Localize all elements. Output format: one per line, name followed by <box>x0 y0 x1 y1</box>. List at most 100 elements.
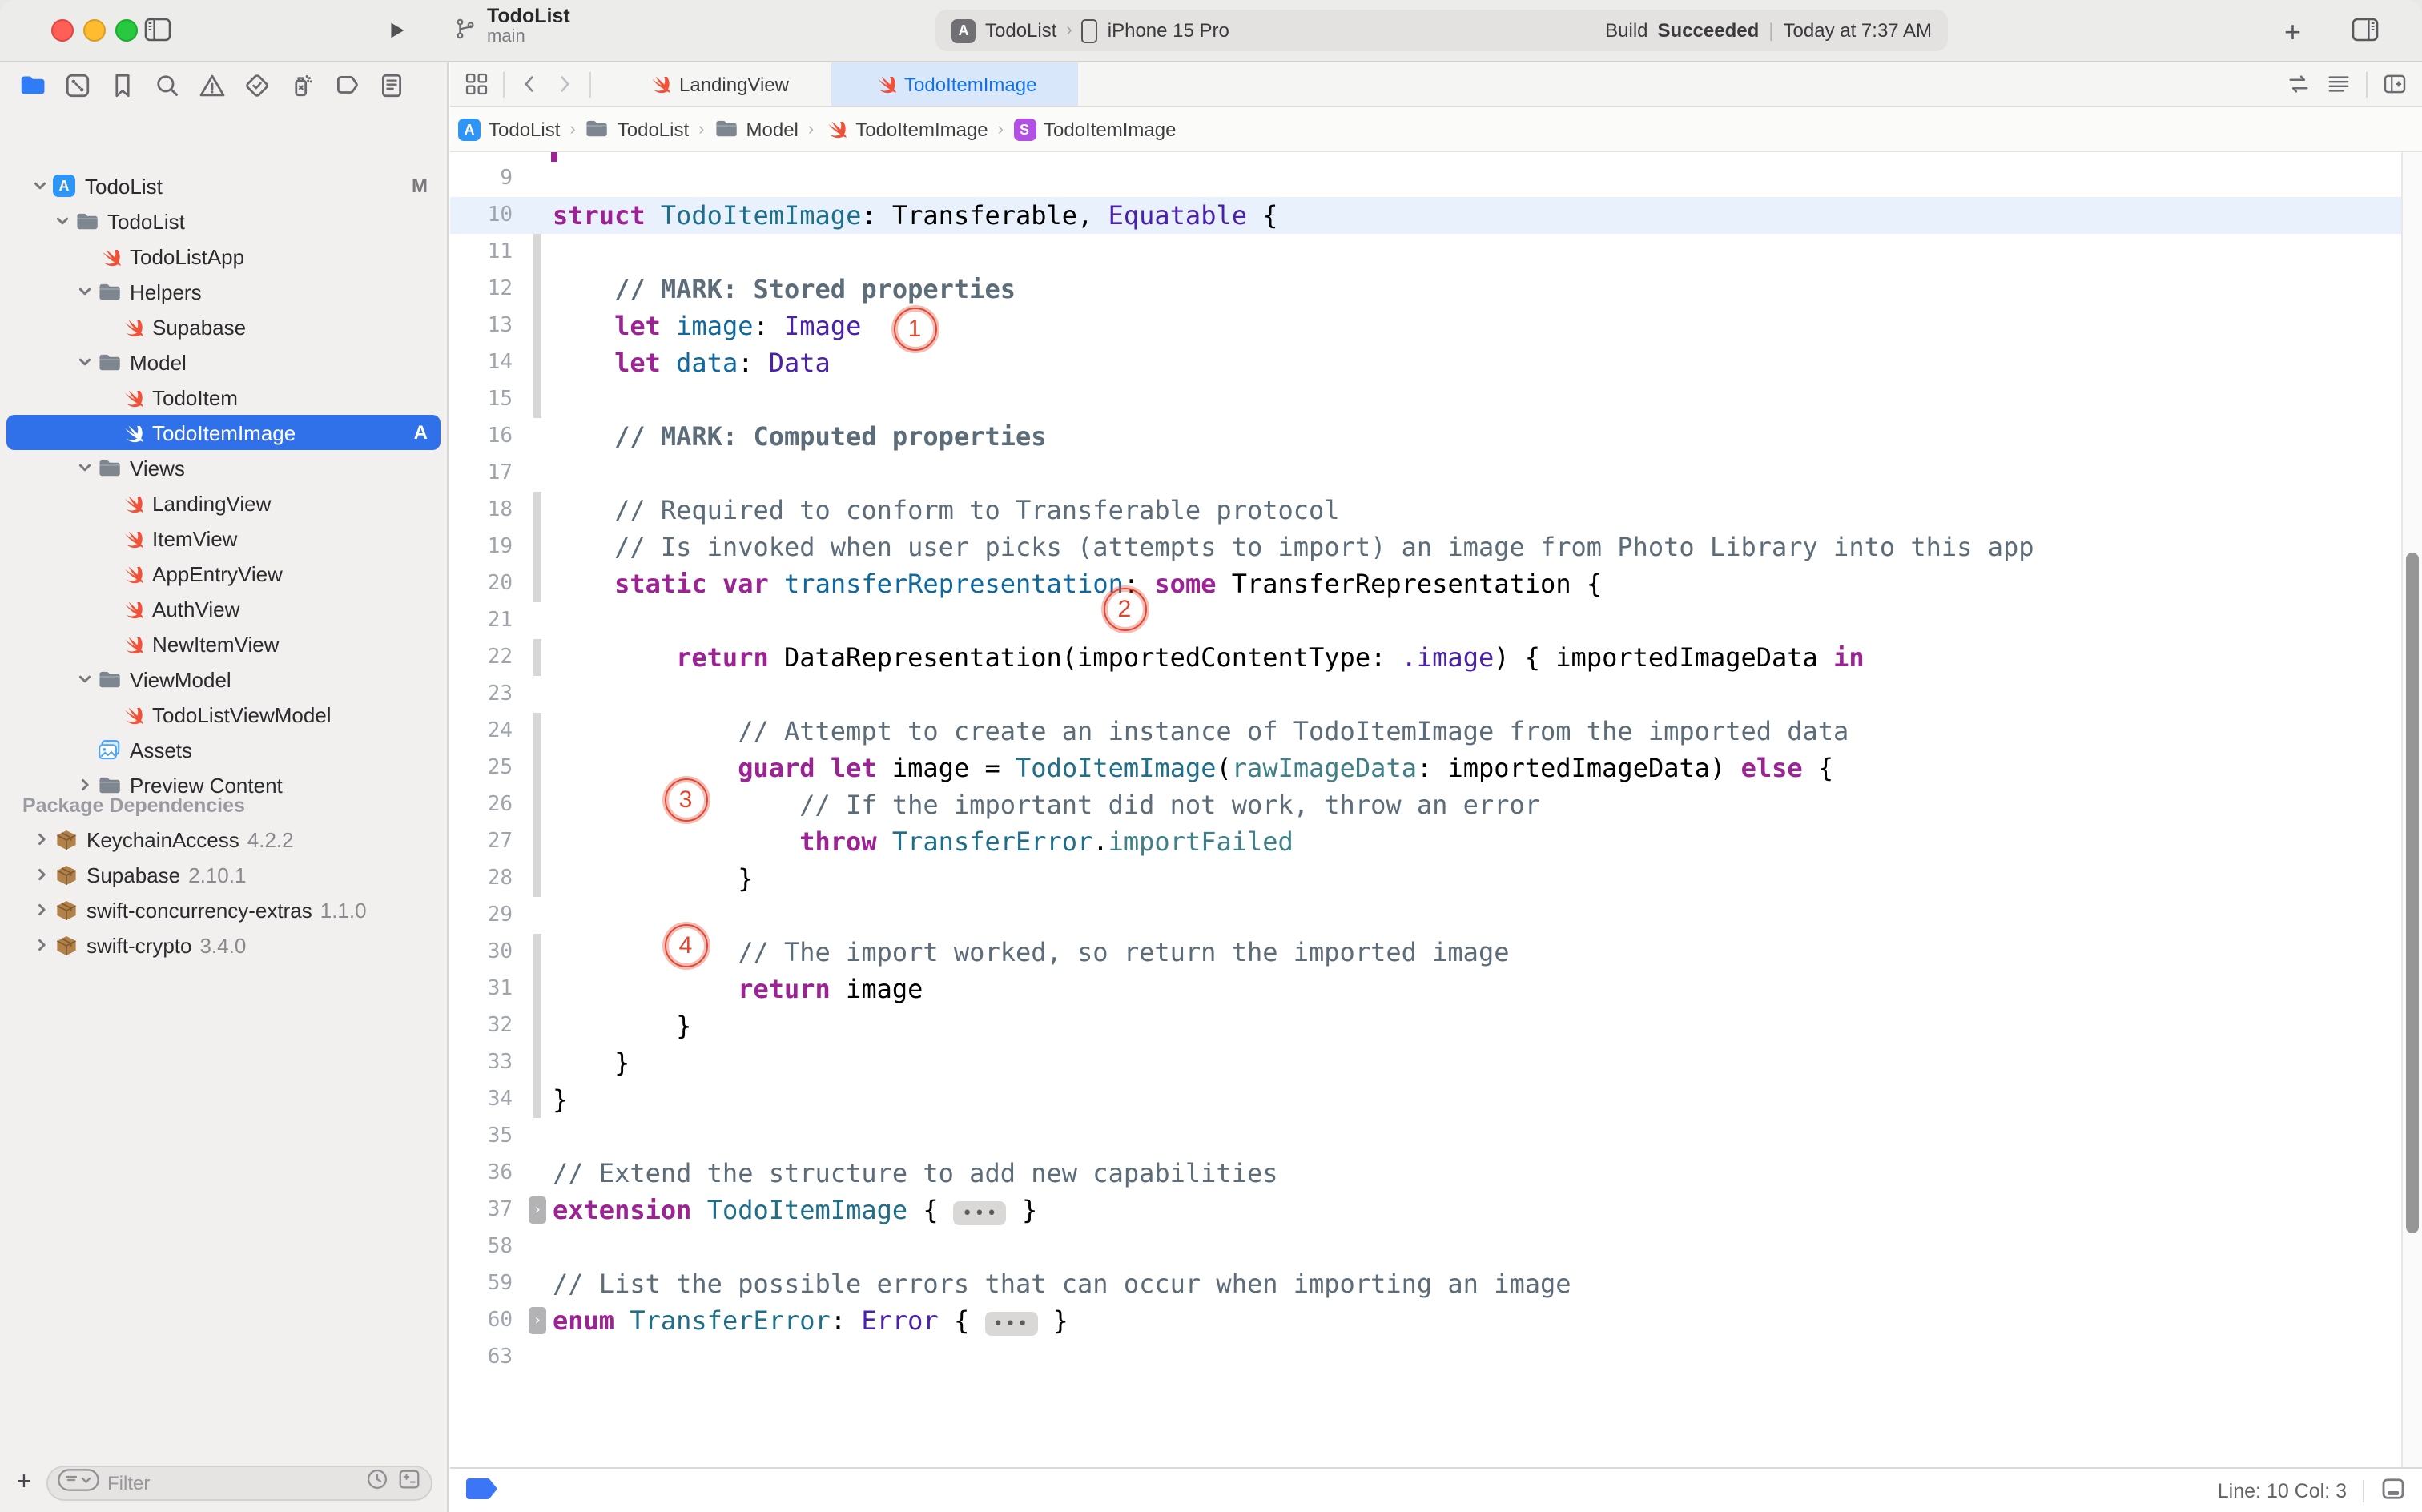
code-line-26[interactable]: 26 // If the important did not work, thr… <box>450 786 2403 823</box>
tab-landingview[interactable]: LandingView <box>606 62 831 106</box>
filter-options-icon[interactable] <box>58 1468 99 1498</box>
adjust-editor-icon[interactable] <box>2326 72 2352 96</box>
sidebar-item-supabase[interactable]: Supabase <box>6 309 441 344</box>
nav-tab-reports-icon[interactable] <box>378 71 405 99</box>
sidebar-item-viewmodel[interactable]: ViewModel <box>6 662 441 697</box>
recent-files-icon[interactable] <box>365 1467 389 1499</box>
code-line-22[interactable]: 22 return DataRepresentation(importedCon… <box>450 639 2403 676</box>
add-editor-icon[interactable] <box>2382 72 2408 96</box>
code-line-60[interactable]: 60›enum TransferError: Error { ••• } <box>450 1302 2403 1339</box>
go-back-icon[interactable] <box>519 72 540 96</box>
code-line-19[interactable]: 19 // Is invoked when user picks (attemp… <box>450 529 2403 565</box>
close-button[interactable] <box>51 19 74 42</box>
code-line-14[interactable]: 14 let data: Data <box>450 344 2403 381</box>
sidebar-item-todoitem[interactable]: TodoItem <box>6 380 441 415</box>
breadcrumb-item-0[interactable]: ATodoList <box>458 117 560 141</box>
code-line-24[interactable]: 24 // Attempt to create an instance of T… <box>450 713 2403 750</box>
run-destination[interactable]: iPhone 15 Pro <box>1108 19 1229 42</box>
code-line-59[interactable]: 59// List the possible errors that can o… <box>450 1265 2403 1302</box>
line-col-indicator[interactable]: Line: 10 Col: 3 <box>2218 1479 2347 1502</box>
chevron-down-icon[interactable] <box>74 284 96 300</box>
chevron-down-icon[interactable] <box>74 671 96 687</box>
source-editor[interactable]: 910struct TodoItemImage: Transferable, E… <box>450 152 2422 1467</box>
nav-tab-source-control-icon[interactable] <box>64 71 91 99</box>
code-line-13[interactable]: 13 let image: Image <box>450 308 2403 344</box>
filter-field[interactable]: Filter <box>46 1466 432 1501</box>
new-tab-button[interactable]: + <box>2284 16 2301 50</box>
editor-scrollbar[interactable] <box>2401 152 2422 1467</box>
code-line-21[interactable]: 21 <box>450 602 2403 639</box>
code-line-18[interactable]: 18 // Required to conform to Transferabl… <box>450 492 2403 529</box>
package-item-swift-crypto[interactable]: swift-crypto3.4.0 <box>6 927 441 963</box>
code-line-37[interactable]: 37›extension TodoItemImage { ••• } <box>450 1192 2403 1228</box>
code-line-11[interactable]: 11 <box>450 234 2403 271</box>
chevron-right-icon[interactable] <box>74 777 96 793</box>
nav-tab-find-icon[interactable] <box>154 71 181 99</box>
code-line-28[interactable]: 28 } <box>450 860 2403 897</box>
code-line-63[interactable]: 63 <box>450 1339 2403 1376</box>
tab-todoitemimage[interactable]: TodoItemImage <box>831 62 1078 106</box>
chevron-down-icon[interactable] <box>74 460 96 476</box>
code-line-20[interactable]: 20 static var transferRepresentation: so… <box>450 565 2403 602</box>
code-line-29[interactable]: 29 <box>450 897 2403 934</box>
scm-filter-icon[interactable] <box>397 1467 421 1499</box>
sidebar-item-views[interactable]: Views <box>6 450 441 485</box>
sidebar-item-itemview[interactable]: ItemView <box>6 521 441 556</box>
code-line-35[interactable]: 35 <box>450 1118 2403 1155</box>
code-line-9[interactable]: 9 <box>450 160 2403 197</box>
sidebar-item-assets[interactable]: Assets <box>6 732 441 767</box>
chevron-right-icon[interactable] <box>30 867 53 883</box>
code-line-31[interactable]: 31 return image <box>450 971 2403 1007</box>
sidebar-item-todolistapp[interactable]: TodoListApp <box>6 239 441 274</box>
package-item-keychainaccess[interactable]: KeychainAccess4.2.2 <box>6 822 441 857</box>
chevron-down-icon[interactable] <box>29 178 51 194</box>
breadcrumb-item-1[interactable]: TodoList <box>585 117 689 141</box>
scheme-breadcrumb[interactable]: TodoList main <box>453 5 570 53</box>
minimap-toggle-icon[interactable] <box>2380 1476 2406 1505</box>
package-item-swift-concurrency-extras[interactable]: swift-concurrency-extras1.1.0 <box>6 892 441 927</box>
nav-tab-project-navigator-icon[interactable] <box>19 71 46 99</box>
activity-view[interactable]: A TodoList › iPhone 15 Pro Build Succeed… <box>935 10 1948 51</box>
code-line-15[interactable]: 15 <box>450 381 2403 418</box>
sidebar-item-todolist[interactable]: ATodoListM <box>6 168 441 203</box>
toggle-navigator-icon[interactable] <box>144 18 171 42</box>
chevron-right-icon[interactable] <box>30 902 53 918</box>
code-line-10[interactable]: 10struct TodoItemImage: Transferable, Eq… <box>450 197 2403 234</box>
sidebar-item-model[interactable]: Model <box>6 344 441 380</box>
code-line-17[interactable]: 17 <box>450 455 2403 492</box>
code-line-27[interactable]: 27 throw TransferError.importFailed <box>450 823 2403 860</box>
code-review-icon[interactable] <box>2286 72 2311 96</box>
breadcrumb-item-4[interactable]: STodoItemImage <box>1013 117 1176 141</box>
chevron-right-icon[interactable] <box>30 831 53 847</box>
minimize-button[interactable] <box>83 19 106 42</box>
sidebar-item-helpers[interactable]: Helpers <box>6 274 441 309</box>
code-line-25[interactable]: 25 guard let image = TodoItemImage(rawIm… <box>450 750 2403 786</box>
toggle-inspector-icon[interactable] <box>2352 18 2379 42</box>
nav-tab-tests-icon[interactable] <box>243 71 271 99</box>
sidebar-item-todolistviewmodel[interactable]: TodoListViewModel <box>6 697 441 732</box>
package-item-supabase[interactable]: Supabase2.10.1 <box>6 857 441 892</box>
run-button[interactable] <box>384 18 408 43</box>
fold-ribbon[interactable]: › <box>529 1307 546 1334</box>
go-forward-icon[interactable] <box>554 72 575 96</box>
nav-tab-issues-icon[interactable] <box>199 71 226 99</box>
related-items-icon[interactable] <box>465 72 489 96</box>
chevron-right-icon[interactable] <box>30 937 53 953</box>
breadcrumb-item-3[interactable]: TodoItemImage <box>823 117 988 141</box>
code-line-34[interactable]: 34} <box>450 1081 2403 1118</box>
nav-tab-bookmarks-icon[interactable] <box>109 71 136 99</box>
nav-tab-debug-icon[interactable] <box>288 71 316 99</box>
code-line-23[interactable]: 23 <box>450 676 2403 713</box>
code-line-36[interactable]: 36// Extend the structure to add new cap… <box>450 1155 2403 1192</box>
code-line-33[interactable]: 33 } <box>450 1044 2403 1081</box>
breakpoints-toggle-icon[interactable] <box>466 1478 500 1503</box>
breadcrumb-item-2[interactable]: Model <box>714 117 799 141</box>
sidebar-item-appentryview[interactable]: AppEntryView <box>6 556 441 591</box>
sidebar-item-todoitemimage[interactable]: TodoItemImageA <box>6 415 441 450</box>
chevron-down-icon[interactable] <box>74 354 96 370</box>
sidebar-item-landingview[interactable]: LandingView <box>6 485 441 521</box>
code-line-58[interactable]: 58 <box>450 1228 2403 1265</box>
add-file-button[interactable]: + <box>13 1469 35 1498</box>
code-line-32[interactable]: 32 } <box>450 1007 2403 1044</box>
sidebar-item-newitemview[interactable]: NewItemView <box>6 626 441 662</box>
